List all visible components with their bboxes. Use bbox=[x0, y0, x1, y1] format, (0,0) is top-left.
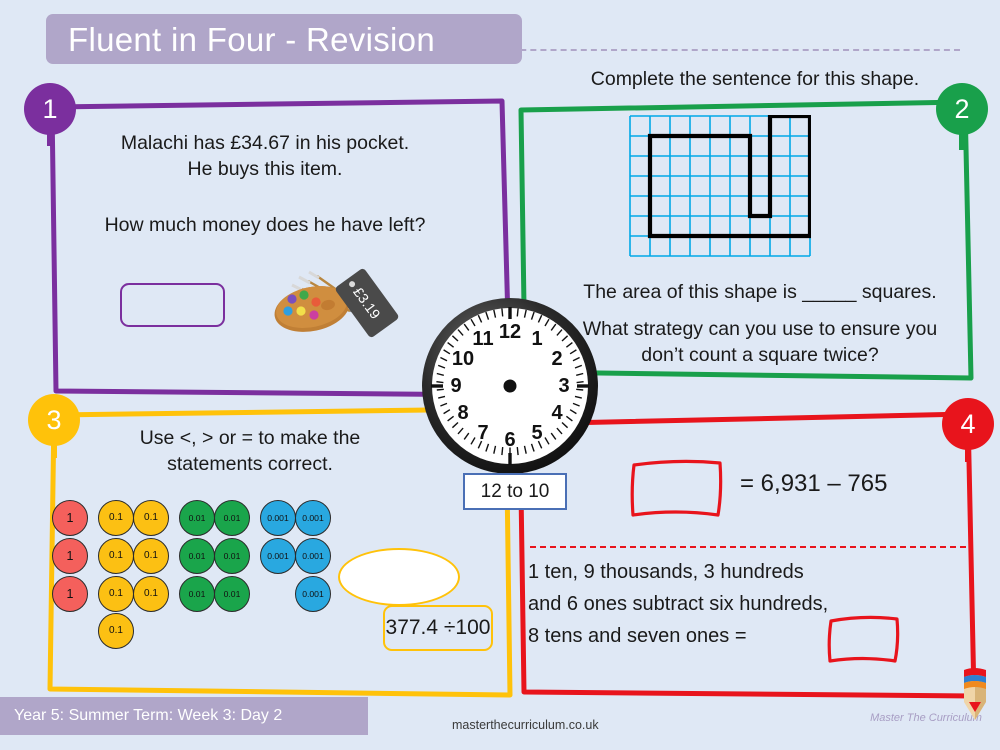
page-title-banner: Fluent in Four - Revision bbox=[46, 14, 522, 64]
counter-tenth: 0.1 bbox=[98, 538, 134, 574]
panel-2-heading: Complete the sentence for this shape. bbox=[590, 68, 920, 90]
svg-text:11: 11 bbox=[472, 328, 493, 350]
counter-one: 1 bbox=[52, 500, 88, 536]
panel-2-sentence: The area of this shape is _____ squares. bbox=[583, 281, 937, 303]
panel-4-equation: = 6,931 – 765 bbox=[740, 470, 888, 497]
counter-tenth: 0.1 bbox=[133, 576, 169, 612]
counter-tenth: 0.1 bbox=[133, 500, 169, 536]
counter-tenth: 0.1 bbox=[98, 613, 134, 649]
counter-hundredth: 0.01 bbox=[179, 500, 215, 536]
panel-3-heading-line1: Use <, > or = to make the bbox=[139, 427, 361, 449]
clock-time-text: 12 to 10 bbox=[480, 480, 550, 502]
svg-text:7: 7 bbox=[477, 422, 488, 444]
panel-3-heading: Use <, > or = to make the statements cor… bbox=[60, 425, 440, 477]
counter-thousandth: 0.001 bbox=[295, 538, 331, 574]
panel-4-equation-row: = 6,931 – 765 bbox=[628, 455, 968, 521]
panel-1-statement: Malachi has £34.67 in his pocket. He buy… bbox=[55, 130, 475, 182]
analogue-clock: 12 1 2 3 4 5 6 7 8 9 10 11 bbox=[420, 296, 600, 476]
price-tag-hole bbox=[347, 279, 357, 289]
panel-3-comparison-oval[interactable] bbox=[338, 548, 460, 606]
panel-4-divider bbox=[530, 546, 966, 548]
panel-4-answer-box-1[interactable] bbox=[628, 455, 726, 519]
panel-4-word-line3: 8 tens and seven ones = bbox=[528, 625, 747, 647]
svg-text:6: 6 bbox=[504, 429, 515, 451]
panel-3-expression-label: 377.4 ÷100 bbox=[385, 616, 491, 639]
panel-1-badge-label: 1 bbox=[42, 93, 58, 124]
counter-thousandth: 0.001 bbox=[260, 538, 296, 574]
counter-one: 1 bbox=[52, 576, 88, 612]
place-value-counters: 1 1 1 0.1 0.1 0.1 0.1 0.1 0.1 0.1 0.01 0… bbox=[52, 500, 382, 649]
counter-hundredth: 0.01 bbox=[214, 576, 250, 612]
title-dashed-rule bbox=[490, 49, 960, 51]
panel-4-badge-label: 4 bbox=[960, 408, 976, 439]
svg-text:8: 8 bbox=[457, 402, 468, 424]
counter-hundredth: 0.01 bbox=[179, 538, 215, 574]
counter-thousandth: 0.001 bbox=[295, 576, 331, 612]
counter-thousandth: 0.001 bbox=[295, 500, 331, 536]
counter-thousandth: 0.001 bbox=[260, 500, 296, 536]
svg-text:9: 9 bbox=[450, 375, 461, 397]
counter-tenth: 0.1 bbox=[98, 576, 134, 612]
clock-time-label: 12 to 10 bbox=[463, 473, 567, 510]
panel-4-word-line1: 1 ten, 9 thousands, 3 hundreds bbox=[528, 561, 804, 583]
counter-one: 1 bbox=[52, 538, 88, 574]
svg-text:3: 3 bbox=[558, 375, 569, 397]
svg-text:10: 10 bbox=[452, 348, 474, 370]
area-grid bbox=[629, 113, 813, 257]
panel-3-expression-box: 377.4 ÷100 bbox=[383, 605, 493, 651]
counter-hundredth: 0.01 bbox=[214, 538, 250, 574]
counter-hundredth: 0.01 bbox=[179, 576, 215, 612]
panel-1-badge: 1 bbox=[24, 83, 76, 135]
svg-text:12: 12 bbox=[499, 321, 521, 343]
panel-4-badge: 4 bbox=[942, 398, 994, 450]
panel-2-badge-label: 2 bbox=[954, 93, 970, 124]
panel-4-word-line2: and 6 ones subtract six hundreds, bbox=[528, 593, 829, 615]
pencil-logo-icon bbox=[964, 668, 986, 720]
panel-4-word-problem: 1 ten, 9 thousands, 3 hundreds and 6 one… bbox=[528, 556, 968, 652]
panel-3-heading-line2: statements correct. bbox=[167, 453, 333, 475]
svg-text:1: 1 bbox=[531, 328, 542, 350]
panel-1-answer-box[interactable] bbox=[120, 283, 225, 327]
footer-url: masterthecurriculum.co.uk bbox=[452, 718, 599, 732]
page-title: Fluent in Four - Revision bbox=[68, 20, 435, 58]
panel-4-answer-box-2[interactable] bbox=[826, 613, 902, 665]
counter-hundredth: 0.01 bbox=[214, 500, 250, 536]
counter-tenth: 0.1 bbox=[133, 538, 169, 574]
svg-text:4: 4 bbox=[551, 402, 563, 424]
panel-1-statement-line1: Malachi has £34.67 in his pocket. bbox=[120, 132, 410, 154]
counter-tenth: 0.1 bbox=[98, 500, 134, 536]
footer-band: Year 5: Summer Term: Week 3: Day 2 bbox=[0, 697, 368, 735]
svg-text:2: 2 bbox=[551, 348, 562, 370]
panel-1-question: How much money does he have left? bbox=[104, 214, 426, 236]
panel-1-statement-line2: He buys this item. bbox=[187, 158, 343, 180]
svg-text:5: 5 bbox=[531, 422, 542, 444]
footer-lesson-label: Year 5: Summer Term: Week 3: Day 2 bbox=[14, 707, 283, 724]
